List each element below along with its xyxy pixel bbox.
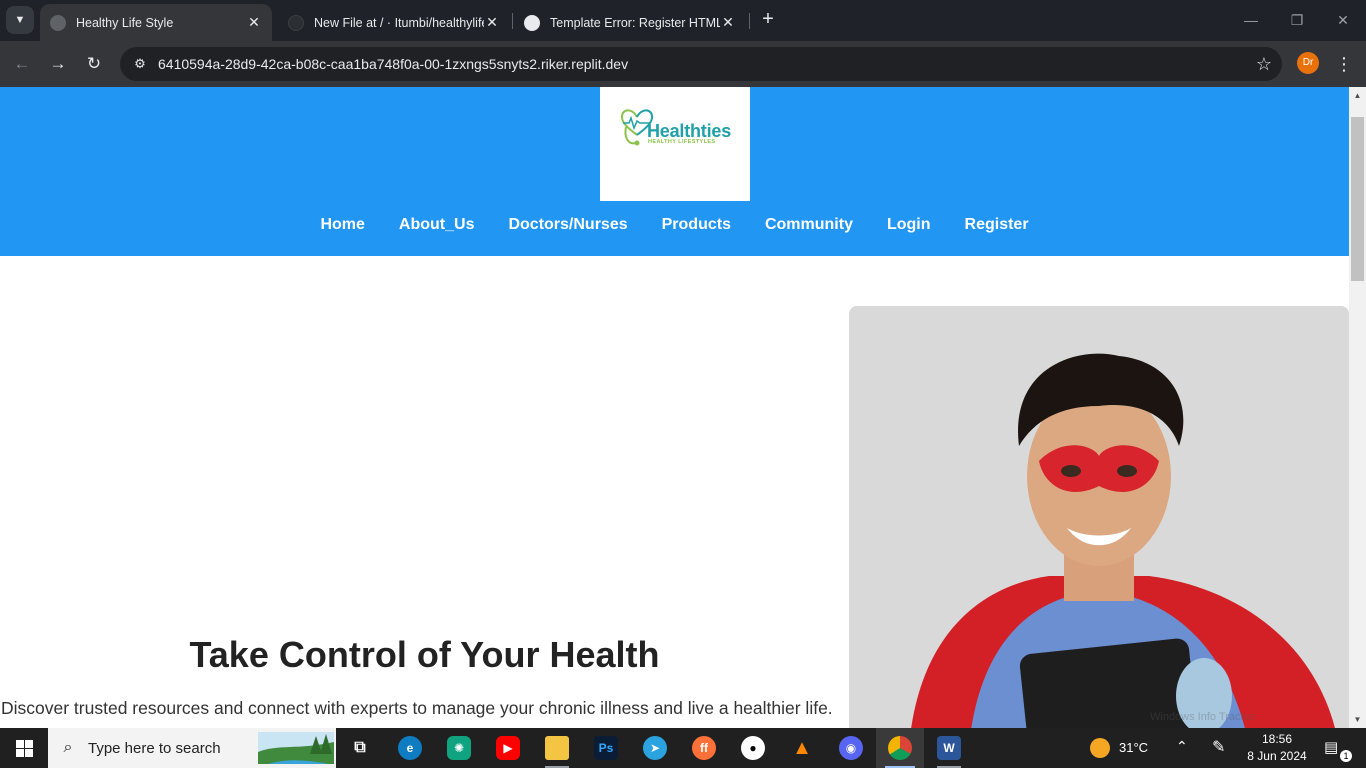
photoshop-icon[interactable]: Ps [582, 728, 630, 768]
page-scrollbar[interactable]: ▲ ▼ [1349, 87, 1366, 728]
temperature-text[interactable]: 31°C [1119, 740, 1148, 755]
tab-title: Healthy Life Style [76, 15, 174, 30]
hero-image-superhero-doctor [849, 306, 1349, 728]
tab-title: Template Error: Register HTML [550, 15, 720, 30]
bookmark-star-icon[interactable]: ☆ [1246, 54, 1282, 75]
main-nav: Home About_Us Doctors/Nurses Products Co… [0, 216, 1349, 234]
tab-healthy-life-style[interactable]: Healthy Life Style ✕ [40, 4, 272, 41]
nav-doctors-nurses[interactable]: Doctors/Nurses [491, 216, 644, 234]
search-icon: ⌕ [63, 739, 73, 756]
profile-avatar[interactable]: Dr [1297, 52, 1319, 74]
scroll-down-arrow-icon[interactable]: ▼ [1349, 711, 1366, 728]
word-icon[interactable]: W [925, 728, 973, 768]
tab-close-icon[interactable]: ✕ [246, 14, 262, 31]
watermark-text: Windows Info Tracker [1150, 711, 1256, 723]
tab-title: New File at / · Itumbi/healthylife [314, 15, 484, 30]
clock-time[interactable]: 18:56 [1248, 732, 1306, 746]
page-viewport: Healthties HEALTHY LIFESTYLES Home About… [0, 87, 1366, 728]
search-highlight-landscape-icon [258, 732, 334, 764]
github-desktop-icon[interactable]: ● [729, 728, 777, 768]
search-placeholder: Type here to search [88, 739, 221, 757]
tab-new-file[interactable]: New File at / · Itumbi/healthylife ✕ [278, 4, 510, 41]
edge-icon[interactable]: e [386, 728, 434, 768]
tab-divider [512, 13, 513, 29]
hero-title: Take Control of Your Health [189, 634, 660, 675]
browser-menu-icon[interactable]: ⋮ [1334, 51, 1354, 77]
hero-subtitle: Discover trusted resources and connect w… [1, 698, 833, 718]
nav-community[interactable]: Community [748, 216, 870, 234]
tray-chevron-up-icon[interactable]: ⌃ [1176, 738, 1188, 755]
restore-icon[interactable]: ❐ [1274, 8, 1320, 32]
nav-login[interactable]: Login [870, 216, 948, 234]
chatgpt-icon[interactable]: ✺ [435, 728, 483, 768]
scrollbar-thumb[interactable] [1351, 117, 1364, 281]
site-info-tune-icon[interactable]: ⚙ [122, 56, 158, 72]
back-arrow-icon[interactable]: ← [9, 51, 35, 77]
file-explorer-icon[interactable] [533, 728, 581, 768]
windows-start-icon[interactable] [0, 728, 48, 768]
vlc-icon[interactable]: ▲ [778, 728, 826, 768]
tab-divider [749, 13, 750, 29]
telegram-icon[interactable]: ➤ [631, 728, 679, 768]
pen-workspace-icon[interactable]: ✎ [1212, 737, 1225, 757]
nav-register[interactable]: Register [948, 216, 1046, 234]
tab-close-icon[interactable]: ✕ [484, 14, 500, 31]
clock-date[interactable]: 8 Jun 2024 [1244, 749, 1310, 763]
globe-favicon-icon [50, 14, 66, 31]
openai-favicon-icon [524, 14, 540, 31]
site-logo[interactable]: Healthties HEALTHY LIFESTYLES [600, 87, 750, 201]
scroll-up-arrow-icon[interactable]: ▲ [1349, 87, 1366, 104]
weather-sun-icon[interactable] [1090, 738, 1110, 758]
browser-toolbar: ← → ↻ ⚙ 6410594a-28d9-42ca-b08c-caa1ba74… [0, 41, 1366, 87]
url-text[interactable]: 6410594a-28d9-42ca-b08c-caa1ba748f0a-00-… [158, 56, 1246, 72]
address-bar[interactable]: ⚙ 6410594a-28d9-42ca-b08c-caa1ba748f0a-0… [120, 47, 1282, 81]
site-header: Healthties HEALTHY LIFESTYLES Home About… [0, 87, 1349, 256]
forward-arrow-icon[interactable]: → [45, 51, 71, 77]
browser-tab-strip: ▼ Healthy Life Style ✕ New File at / · I… [0, 0, 1366, 41]
nav-about-us[interactable]: About_Us [382, 216, 492, 234]
tab-search-chevron-icon[interactable]: ▼ [6, 6, 34, 34]
tab-close-icon[interactable]: ✕ [720, 14, 736, 31]
task-view-icon[interactable]: ⧉ [336, 728, 384, 768]
reload-icon[interactable]: ↻ [81, 51, 107, 77]
logo-tagline: HEALTHY LIFESTYLES [648, 139, 716, 145]
github-favicon-icon [288, 14, 304, 31]
taskbar-search-box[interactable]: ⌕ Type here to search [48, 728, 336, 768]
window-close-icon[interactable]: ✕ [1320, 8, 1366, 32]
windows-taskbar: ⌕ Type here to search ⧉ e ✺ ▶ Ps ➤ ff ● … [0, 728, 1366, 768]
youtube-icon[interactable]: ▶ [484, 728, 532, 768]
chrome-icon[interactable] [876, 728, 924, 768]
nav-products[interactable]: Products [645, 216, 748, 234]
firefox-icon[interactable]: ff [680, 728, 728, 768]
discord-icon[interactable]: ◉ [827, 728, 875, 768]
tab-template-error[interactable]: Template Error: Register HTML ✕ [514, 4, 746, 41]
notification-center-icon[interactable]: ▤ [1324, 738, 1338, 756]
new-tab-plus-icon[interactable]: + [756, 8, 780, 32]
nav-home[interactable]: Home [303, 216, 381, 234]
minimize-icon[interactable]: — [1228, 8, 1274, 32]
notification-count-badge: 1 [1340, 750, 1352, 762]
